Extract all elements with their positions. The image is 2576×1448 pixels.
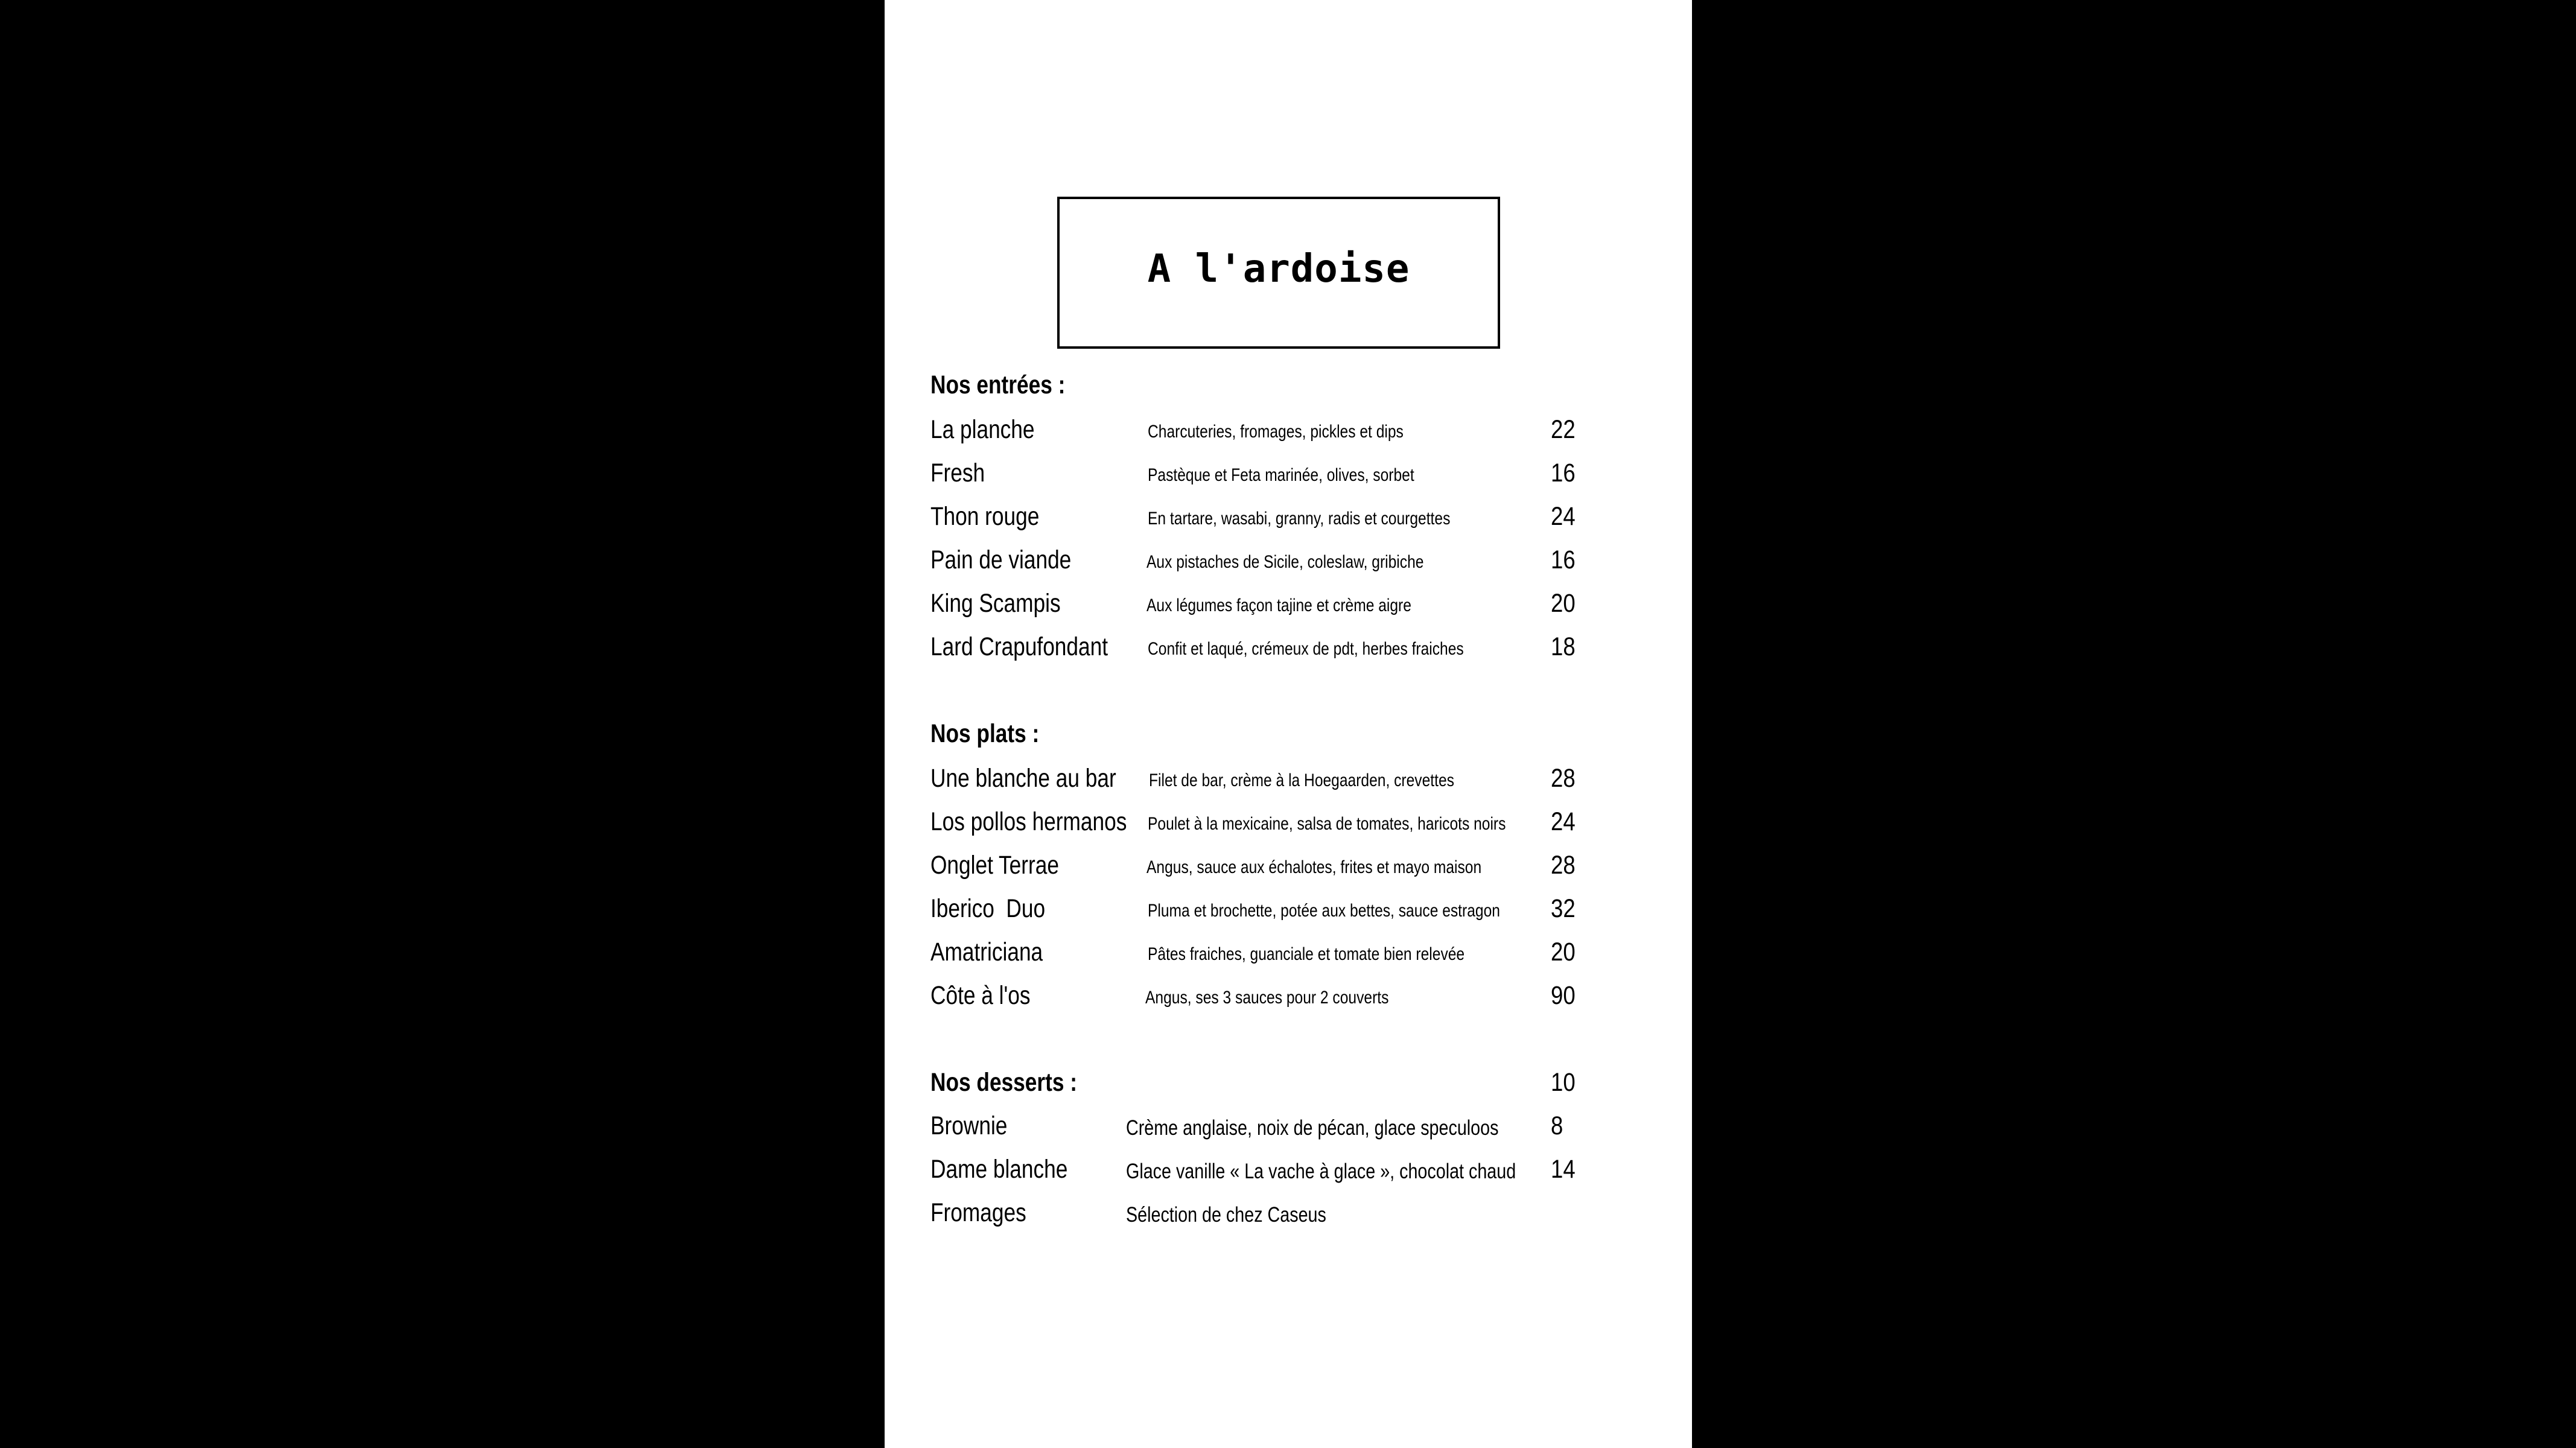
dish-name: Une blanche au bar [930,764,1116,793]
dish-name: La planche [930,415,1035,444]
dish-description: En tartare, wasabi, granny, radis et cou… [1148,509,1451,529]
dish-description: Pâtes fraiches, guanciale et tomate bien… [1148,944,1465,964]
dish-price: 16 [1551,545,1576,574]
dish-name: Côte à l'os [930,981,1031,1010]
dish-price: 28 [1551,851,1576,880]
dish-description: Confit et laqué, crémeux de pdt, herbes … [1148,639,1464,659]
dish-name: Los pollos hermanos [930,807,1127,836]
dish-description: Aux pistaches de Sicile, coleslaw, gribi… [1146,552,1424,572]
dish-description: Charcuteries, fromages, pickles et dips [1148,422,1404,442]
menu-title: A l'ardoise [1147,247,1410,291]
dish-description: Pluma et brochette, potée aux bettes, sa… [1148,901,1500,921]
dish-name: Lard Crapufondant [930,632,1108,661]
dish-description: Angus, sauce aux échalotes, frites et ma… [1146,857,1482,877]
menu-page: A l'ardoise Nos entrées : La planche Cha… [885,0,1692,1448]
dish-name: Onglet Terrae [930,851,1059,880]
dish-price: 22 [1551,415,1576,444]
dish-price: 18 [1551,632,1576,661]
dish-price: 8 [1551,1111,1563,1140]
dish-name: Fromages [930,1198,1026,1227]
dish-price: 14 [1551,1155,1576,1184]
dish-price: 24 [1551,502,1576,531]
dish-name: Pain de viande [930,545,1072,574]
dish-price: 32 [1551,894,1576,923]
dish-price: 90 [1551,981,1576,1010]
dish-name: Brownie [930,1111,1008,1140]
dish-name: Iberico Duo [930,894,1046,923]
dish-name: Dame blanche [930,1155,1068,1184]
dish-description: Angus, ses 3 sauces pour 2 couverts [1145,988,1389,1008]
dish-name: Fresh [930,459,985,487]
dish-description: Sélection de chez Caseus [1126,1203,1326,1227]
dish-description: Filet de bar, crème à la Hoegaarden, cre… [1149,770,1454,790]
section-heading-plats: Nos plats : [930,719,1040,748]
dish-name: King Scampis [930,589,1061,618]
dish-price: 20 [1551,589,1576,618]
dish-name: Thon rouge [930,502,1040,531]
title-box: A l'ardoise [1057,197,1500,349]
dish-price: 24 [1551,807,1576,836]
dish-name: Amatriciana [930,938,1043,967]
dish-description: Poulet à la mexicaine, salsa de tomates,… [1148,814,1506,834]
dish-description: Aux légumes façon tajine et crème aigre [1146,595,1411,615]
dish-description: Pastèque et Feta marinée, olives, sorbet [1148,465,1414,485]
dish-description: Glace vanille « La vache à glace », choc… [1126,1160,1516,1183]
dish-description: Crème anglaise, noix de pécan, glace spe… [1126,1116,1499,1140]
dessert-heading-price: 10 [1551,1068,1576,1097]
section-heading-desserts: Nos desserts : [930,1068,1078,1097]
section-heading-entrees: Nos entrées : [930,370,1066,399]
dish-price: 16 [1551,459,1576,487]
screen-frame: A l'ardoise Nos entrées : La planche Cha… [0,0,2576,1448]
dish-price: 28 [1551,764,1576,793]
dish-price: 20 [1551,938,1576,967]
